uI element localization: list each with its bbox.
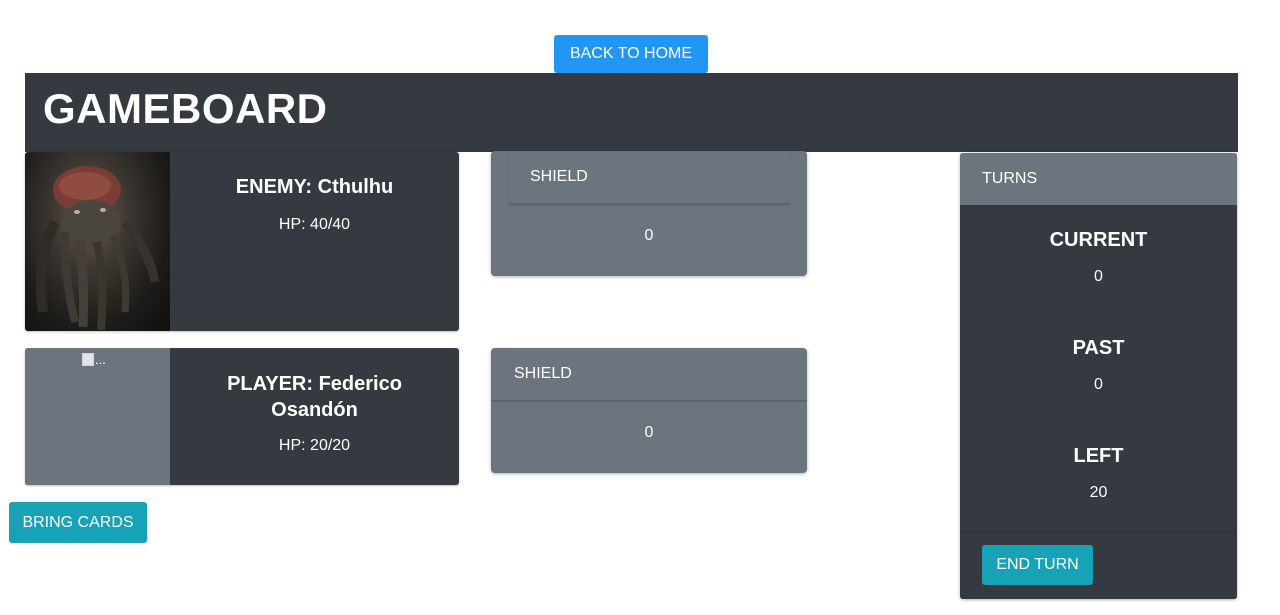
current-turn-label: CURRENT	[1049, 229, 1148, 251]
turns-title: TURNS	[960, 153, 1237, 205]
enemy-portrait-image	[25, 152, 170, 331]
player-info: PLAYER: Federico Osandón HP: 20/20	[170, 371, 459, 455]
turns-left-value: 20	[1089, 484, 1108, 501]
player-portrait-image: ...	[25, 348, 170, 485]
page-title: GAMEBOARD	[43, 85, 328, 132]
page-header: GAMEBOARD	[25, 73, 1238, 152]
enemy-shield-title: SHIELD	[509, 151, 789, 205]
broken-image-icon: ...	[82, 352, 106, 367]
turns-panel: TURNS CURRENT 0 PAST 0 LEFT 20 END TURN	[960, 153, 1237, 599]
player-shield-title: SHIELD	[491, 348, 807, 402]
back-to-home-button[interactable]: BACK TO HOME	[554, 35, 708, 73]
bring-cards-button[interactable]: BRING CARDS	[9, 502, 147, 543]
turns-footer: END TURN	[960, 531, 1237, 599]
enemy-hp: HP: 40/40	[278, 216, 351, 233]
end-turn-button[interactable]: END TURN	[982, 545, 1093, 585]
turns-left-label: LEFT	[1073, 445, 1124, 467]
current-turn-block: CURRENT 0	[960, 229, 1237, 286]
enemy-shield-card: SHIELD 0	[491, 151, 807, 276]
turns-left-block: LEFT 20	[960, 445, 1237, 502]
current-turn-value: 0	[1094, 268, 1103, 285]
enemy-name: ENEMY: Cthulhu	[235, 176, 394, 198]
past-turns-label: PAST	[1072, 337, 1125, 359]
past-turns-block: PAST 0	[960, 337, 1237, 394]
player-shield-value: 0	[644, 424, 654, 441]
past-turns-value: 0	[1094, 376, 1103, 393]
enemy-info: ENEMY: Cthulhu HP: 40/40	[170, 174, 459, 234]
player-image-alt: ...	[95, 352, 106, 367]
player-shield-card: SHIELD 0	[491, 348, 807, 473]
enemy-shield-value: 0	[644, 227, 654, 244]
enemy-card: ENEMY: Cthulhu HP: 40/40	[25, 152, 459, 331]
player-name: PLAYER: Federico Osandón	[227, 373, 402, 421]
player-card: ... PLAYER: Federico Osandón HP: 20/20	[25, 348, 459, 485]
cthulhu-illustration	[35, 166, 160, 331]
player-hp: HP: 20/20	[278, 437, 351, 454]
